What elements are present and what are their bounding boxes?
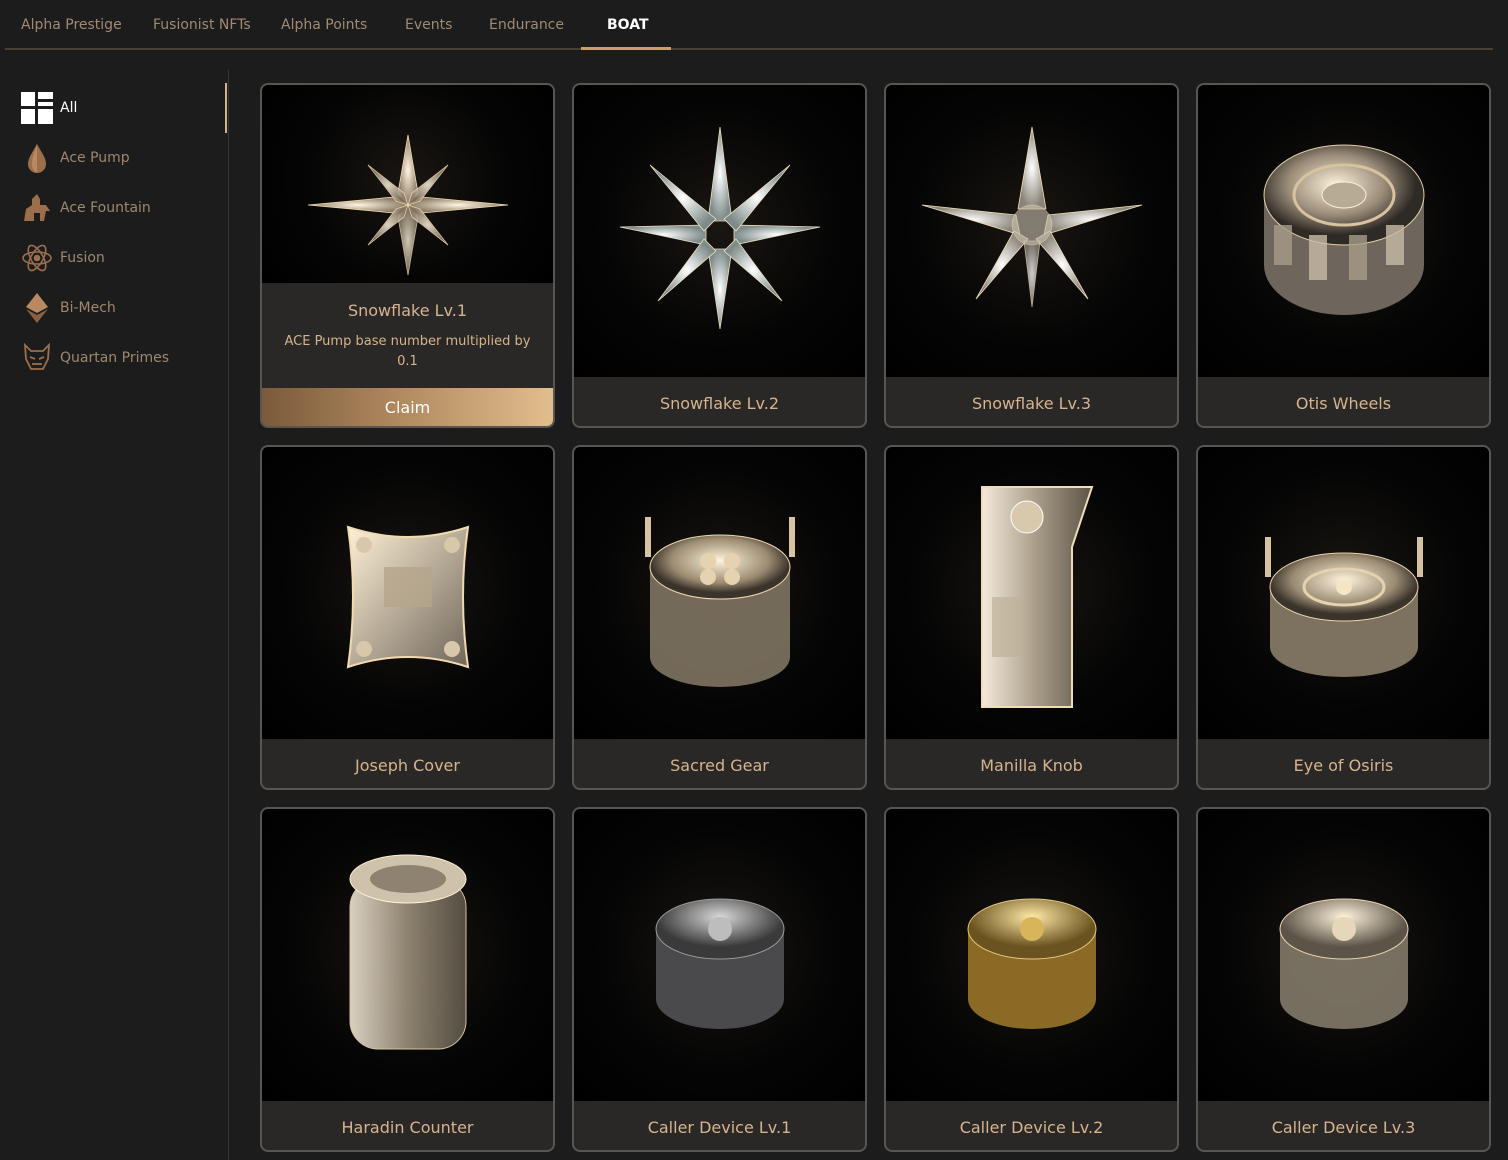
item-name: Snowflake Lv.3 — [971, 394, 1092, 413]
device-image — [574, 809, 865, 1101]
item-name: Manilla Knob — [980, 756, 1083, 775]
sidebar-item-label: Ace Pump — [60, 150, 130, 166]
top-tab-bar: Alpha Prestige Fusionist NFTs Alpha Poin… — [5, 0, 1493, 50]
item-card-caller-device-lv3[interactable]: Caller Device Lv.3 — [1196, 807, 1491, 1152]
gear-image — [574, 447, 865, 739]
drop-icon — [20, 141, 54, 175]
item-name: Caller Device Lv.2 — [959, 1118, 1104, 1137]
wheel-image — [1198, 85, 1489, 377]
item-name: Snowflake Lv.1 — [347, 301, 468, 320]
mask-icon — [20, 341, 54, 375]
item-card-haradin-counter[interactable]: Haradin Counter — [260, 807, 555, 1152]
sidebar-item-ace-fountain[interactable]: Ace Fountain — [20, 190, 220, 226]
item-card-snowflake-lv2[interactable]: Snowflake Lv.2 — [572, 83, 867, 428]
snowflake-image — [886, 85, 1177, 377]
sidebar-item-label: All — [60, 100, 78, 116]
sidebar-item-all[interactable]: All — [20, 90, 220, 126]
item-name: Sacred Gear — [670, 756, 769, 775]
item-name: Joseph Cover — [355, 756, 460, 775]
sidebar-item-label: Fusion — [60, 250, 105, 266]
fountain-icon — [20, 191, 54, 225]
tab-events[interactable]: Events — [405, 17, 452, 33]
category-sidebar: All Ace Pump Ace Fountain Fusion Bi-Mech… — [0, 70, 229, 1160]
sidebar-item-label: Ace Fountain — [60, 200, 151, 216]
device-image — [886, 809, 1177, 1101]
item-card-caller-device-lv1[interactable]: Caller Device Lv.1 — [572, 807, 867, 1152]
claim-button[interactable]: Claim — [262, 388, 553, 426]
tab-alpha-points[interactable]: Alpha Points — [281, 17, 367, 33]
item-name: Haradin Counter — [341, 1118, 474, 1137]
cover-image — [262, 447, 553, 739]
snowflake-image — [262, 85, 553, 283]
diamond-icon — [20, 291, 54, 325]
item-card-manilla-knob[interactable]: Manilla Knob — [884, 445, 1179, 790]
item-name: Snowflake Lv.2 — [659, 394, 780, 413]
grid-icon — [20, 91, 54, 125]
item-name: Caller Device Lv.3 — [1271, 1118, 1416, 1137]
tab-alpha-prestige[interactable]: Alpha Prestige — [21, 17, 122, 33]
item-name: Caller Device Lv.1 — [647, 1118, 792, 1137]
sidebar-item-fusion[interactable]: Fusion — [20, 240, 220, 276]
item-card-snowflake-lv1[interactable]: Snowflake Lv.1 ACE Pump base number mult… — [260, 83, 555, 428]
tab-endurance[interactable]: Endurance — [489, 17, 564, 33]
item-card-snowflake-lv3[interactable]: Snowflake Lv.3 — [884, 83, 1179, 428]
item-card-joseph-cover[interactable]: Joseph Cover — [260, 445, 555, 790]
sidebar-item-label: Quartan Primes — [60, 350, 170, 366]
eye-image — [1198, 447, 1489, 739]
counter-image — [262, 809, 553, 1101]
knob-image — [886, 447, 1177, 739]
item-card-eye-of-osiris[interactable]: Eye of Osiris — [1196, 445, 1491, 790]
device-image — [1198, 809, 1489, 1101]
sidebar-item-ace-pump[interactable]: Ace Pump — [20, 140, 220, 176]
item-card-caller-device-lv2[interactable]: Caller Device Lv.2 — [884, 807, 1179, 1152]
sidebar-item-label: Bi-Mech — [60, 300, 116, 316]
item-name: Eye of Osiris — [1293, 756, 1394, 775]
tab-boat[interactable]: BOAT — [607, 17, 649, 33]
item-description: ACE Pump base number multiplied by 0.1 — [284, 334, 531, 369]
item-name: Otis Wheels — [1295, 394, 1392, 413]
atom-icon — [20, 241, 54, 275]
active-category-indicator — [225, 83, 227, 133]
tab-fusionist-nfts[interactable]: Fusionist NFTs — [153, 17, 251, 33]
sidebar-item-quartan-primes[interactable]: Quartan Primes — [20, 340, 220, 376]
item-card-otis-wheels[interactable]: Otis Wheels — [1196, 83, 1491, 428]
snowflake-image — [574, 85, 865, 377]
active-tab-underline — [581, 47, 671, 50]
item-card-sacred-gear[interactable]: Sacred Gear — [572, 445, 867, 790]
sidebar-item-bi-mech[interactable]: Bi-Mech — [20, 290, 220, 326]
